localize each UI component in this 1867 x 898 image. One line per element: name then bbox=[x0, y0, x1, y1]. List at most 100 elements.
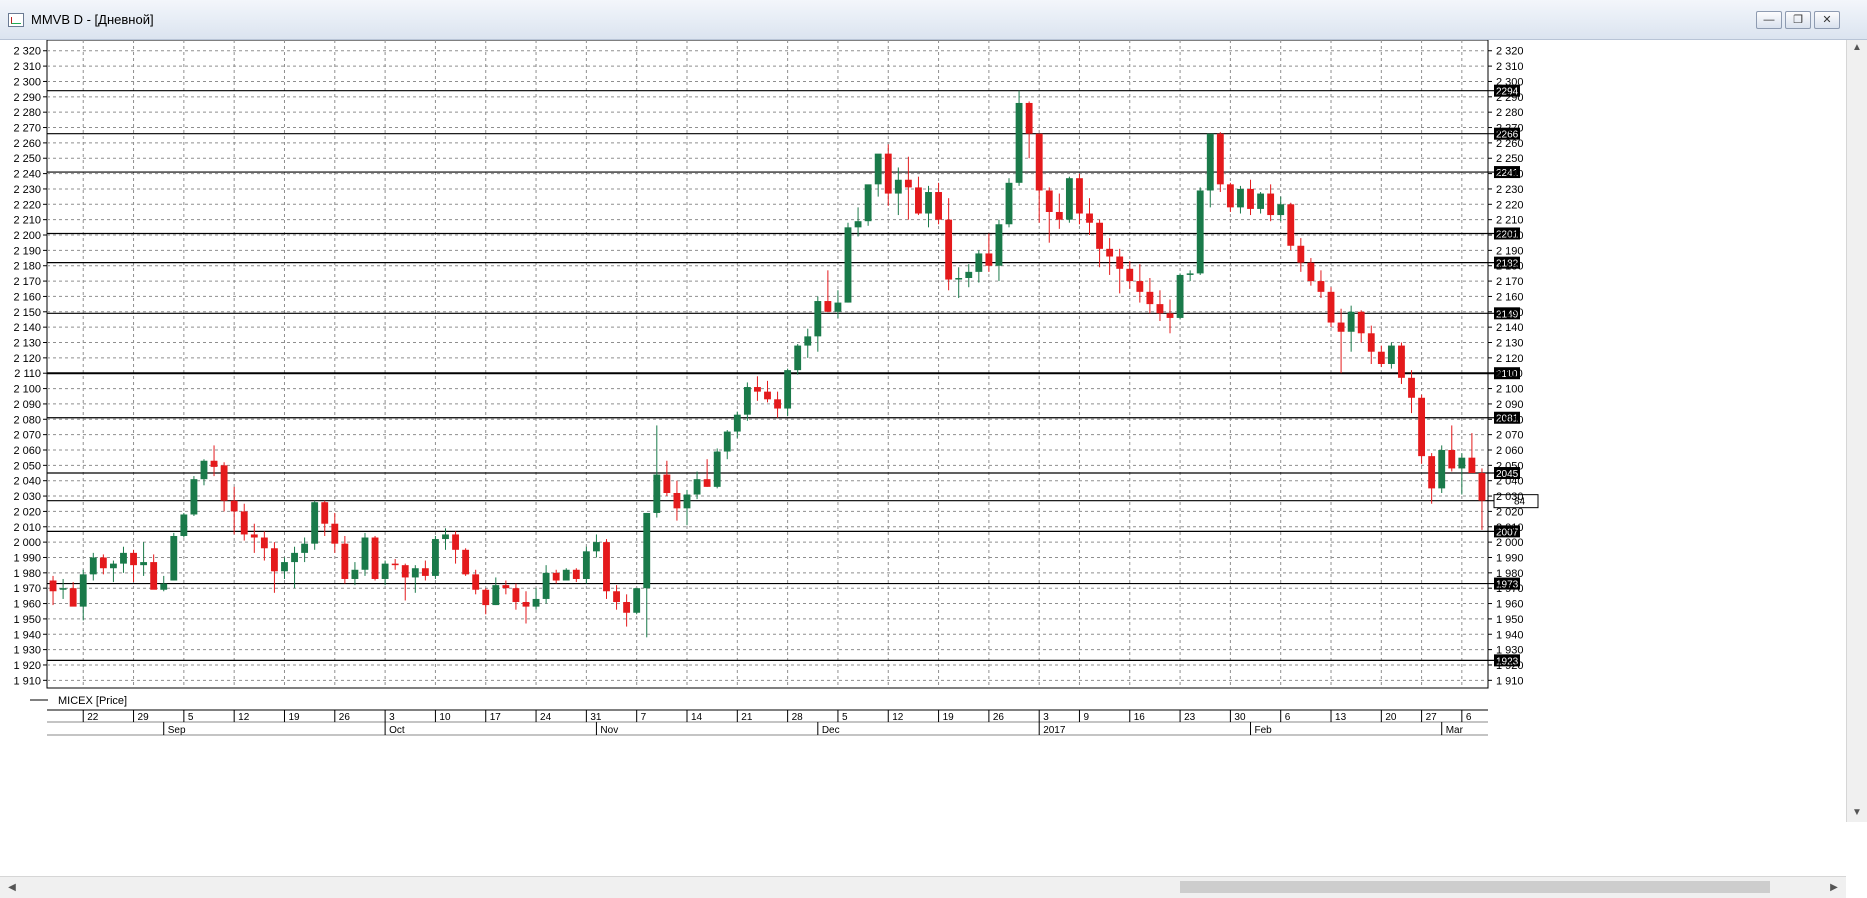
candle-body-up[interactable] bbox=[784, 370, 792, 409]
candle-body-up[interactable] bbox=[1277, 204, 1285, 216]
candle-body-down[interactable] bbox=[1337, 322, 1345, 332]
scroll-right-arrow-icon[interactable]: ▶ bbox=[1828, 882, 1840, 894]
vertical-scrollbar[interactable]: ▲ ▼ bbox=[1846, 40, 1867, 822]
candle-body-down[interactable] bbox=[703, 479, 711, 487]
candle-body-up[interactable] bbox=[1458, 457, 1466, 469]
candle-body-up[interactable] bbox=[532, 598, 540, 607]
candle-body-down[interactable] bbox=[935, 192, 942, 220]
scroll-down-arrow-icon[interactable]: ▼ bbox=[1851, 807, 1863, 819]
candle-body-up[interactable] bbox=[89, 557, 97, 575]
candle-body-up[interactable] bbox=[1438, 449, 1446, 489]
candle-body-down[interactable] bbox=[613, 591, 620, 603]
candle-body-down[interactable] bbox=[1307, 262, 1315, 282]
candle-body-up[interactable] bbox=[804, 336, 812, 346]
close-button[interactable]: ✕ bbox=[1814, 11, 1840, 29]
candle-body-up[interactable] bbox=[120, 552, 127, 564]
candle-body-down[interactable] bbox=[49, 580, 57, 592]
candle-body-down[interactable] bbox=[1468, 457, 1476, 474]
candle-body-down[interactable] bbox=[331, 523, 339, 544]
candle-body-up[interactable] bbox=[743, 387, 751, 415]
candle-body-down[interactable] bbox=[1136, 281, 1144, 292]
candle-body-down[interactable] bbox=[1247, 188, 1254, 209]
candle-body-down[interactable] bbox=[1106, 248, 1114, 257]
candle-body-down[interactable] bbox=[522, 602, 530, 607]
candle-body-up[interactable] bbox=[1257, 193, 1265, 209]
candle-body-down[interactable] bbox=[69, 588, 77, 607]
candle-body-down[interactable] bbox=[391, 563, 399, 566]
candle-body-up[interactable] bbox=[1237, 188, 1244, 208]
candle-body-down[interactable] bbox=[1156, 304, 1164, 314]
candle-body-up[interactable] bbox=[995, 224, 1003, 266]
candle-body-up[interactable] bbox=[381, 563, 389, 579]
candle-body-up[interactable] bbox=[1196, 190, 1204, 274]
candle-body-down[interactable] bbox=[1035, 133, 1043, 191]
candle-body-down[interactable] bbox=[1146, 291, 1154, 305]
candle-body-up[interactable] bbox=[1065, 178, 1073, 220]
candle-body-down[interactable] bbox=[482, 589, 490, 606]
candle-body-down[interactable] bbox=[1377, 351, 1385, 364]
candle-body-down[interactable] bbox=[250, 534, 258, 538]
candle-body-up[interactable] bbox=[643, 512, 651, 589]
candle-body-up[interactable] bbox=[492, 585, 500, 606]
candle-body-up[interactable] bbox=[170, 535, 178, 581]
candle-body-up[interactable] bbox=[814, 301, 822, 337]
candle-body-up[interactable] bbox=[854, 221, 862, 228]
candle-body-up[interactable] bbox=[723, 431, 731, 452]
candle-body-up[interactable] bbox=[542, 572, 550, 599]
candle-body-down[interactable] bbox=[824, 301, 832, 312]
candle-body-up[interactable] bbox=[844, 227, 852, 303]
candle-body-up[interactable] bbox=[1005, 182, 1013, 225]
candle-body-up[interactable] bbox=[894, 179, 902, 194]
candle-body-up[interactable] bbox=[733, 414, 741, 432]
candle-body-up[interactable] bbox=[351, 569, 359, 579]
candle-body-down[interactable] bbox=[1096, 222, 1103, 249]
candle-body-up[interactable] bbox=[874, 153, 882, 185]
candle-body-up[interactable] bbox=[160, 583, 168, 590]
candle-body-up[interactable] bbox=[975, 253, 983, 272]
candle-body-up[interactable] bbox=[633, 588, 641, 613]
candle-body-up[interactable] bbox=[432, 539, 439, 576]
horizontal-scroll-thumb[interactable] bbox=[1180, 881, 1770, 893]
candle-body-up[interactable] bbox=[1347, 311, 1355, 332]
candle-body-up[interactable] bbox=[713, 451, 721, 487]
candle-body-up[interactable] bbox=[140, 562, 148, 566]
candle-body-down[interactable] bbox=[945, 219, 953, 280]
candle-body-down[interactable] bbox=[1025, 102, 1033, 134]
candle-body-up[interactable] bbox=[361, 537, 369, 570]
candle-body-up[interactable] bbox=[190, 479, 198, 515]
candle-body-down[interactable] bbox=[1448, 449, 1456, 469]
candle-body-down[interactable] bbox=[985, 253, 993, 266]
candle-body-down[interactable] bbox=[220, 465, 228, 501]
candle-body-down[interactable] bbox=[1478, 473, 1486, 501]
candle-body-up[interactable] bbox=[582, 551, 590, 579]
candle-body-up[interactable] bbox=[593, 542, 600, 552]
candle-body-up[interactable] bbox=[1206, 133, 1214, 191]
candle-body-down[interactable] bbox=[452, 534, 459, 550]
candle-body-down[interactable] bbox=[572, 569, 580, 579]
candle-body-down[interactable] bbox=[774, 399, 781, 409]
candle-body-down[interactable] bbox=[130, 552, 137, 566]
candle-body-down[interactable] bbox=[240, 511, 248, 535]
candle-body-up[interactable] bbox=[411, 568, 419, 578]
candle-body-up[interactable] bbox=[281, 562, 288, 572]
candle-body-down[interactable] bbox=[210, 460, 218, 467]
candle-body-down[interactable] bbox=[623, 602, 631, 613]
candle-body-down[interactable] bbox=[371, 537, 379, 579]
candle-body-up[interactable] bbox=[955, 278, 963, 280]
candle-body-up[interactable] bbox=[200, 460, 208, 480]
candle-body-up[interactable] bbox=[442, 534, 449, 540]
candle-body-down[interactable] bbox=[915, 187, 922, 214]
candle-body-down[interactable] bbox=[472, 574, 480, 590]
candle-body-down[interactable] bbox=[764, 391, 771, 400]
candle-body-down[interactable] bbox=[502, 585, 510, 589]
candle-body-down[interactable] bbox=[663, 474, 671, 493]
candle-body-down[interactable] bbox=[99, 557, 107, 569]
scroll-up-arrow-icon[interactable]: ▲ bbox=[1851, 42, 1863, 54]
candle-body-down[interactable] bbox=[512, 588, 520, 603]
candle-body-down[interactable] bbox=[904, 179, 912, 188]
candle-body-down[interactable] bbox=[1116, 256, 1124, 269]
candle-body-down[interactable] bbox=[150, 562, 158, 590]
candle-body-down[interactable] bbox=[1357, 311, 1365, 334]
candle-body-up[interactable] bbox=[562, 569, 570, 581]
candle-body-up[interactable] bbox=[59, 588, 67, 590]
